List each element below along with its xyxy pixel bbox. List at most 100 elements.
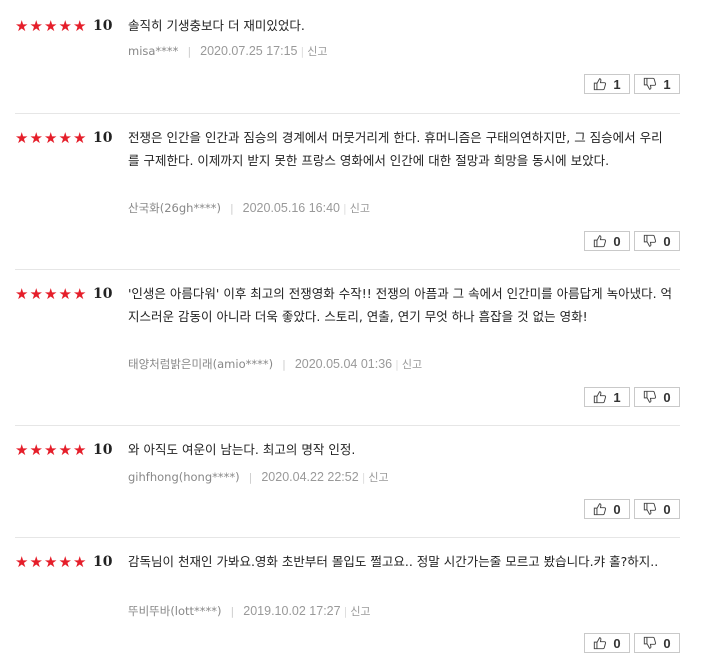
like-button[interactable]: 0 (584, 231, 630, 251)
divider: | (395, 357, 399, 371)
review-item: ★ ★ ★ ★ ★ 10 감독님이 천재인 가봐요.영화 초반부터 몰입도 쩔고요.. … (15, 553, 680, 654)
vote-buttons: 0 0 (584, 499, 680, 519)
dislike-button[interactable]: 0 (634, 387, 680, 407)
dislike-button[interactable]: 1 (634, 74, 680, 94)
divider: | (342, 201, 347, 215)
star-icon: ★ (73, 16, 87, 35)
thumbs-up-icon (594, 503, 607, 516)
dislike-button[interactable]: 0 (634, 231, 680, 251)
dislike-button[interactable]: 0 (634, 633, 680, 653)
divider: | (248, 470, 253, 484)
review-user[interactable]: 태양처럼밝은미래(amio****) (128, 356, 273, 372)
review-score: 10 (93, 442, 113, 458)
dislike-count: 0 (663, 389, 671, 405)
dislike-count: 1 (663, 76, 671, 92)
star-icon: ★ (58, 16, 72, 35)
thumbs-down-icon (644, 234, 657, 247)
vote-buttons: 0 0 (584, 231, 680, 251)
star-icon: ★ (15, 284, 29, 303)
review-item: ★ ★ ★ ★ ★ 10 와 아직도 여운이 남는다. 최고의 명작 인정. gihfh… (15, 441, 680, 538)
divider: | (229, 201, 234, 215)
dislike-button[interactable]: 0 (634, 499, 680, 519)
review-score: 10 (93, 554, 113, 570)
star-rating: ★ ★ ★ ★ ★ (15, 441, 88, 459)
review-text: 와 아직도 여운이 남는다. 최고의 명작 인정. (128, 442, 356, 457)
like-count: 0 (613, 501, 621, 517)
dislike-count: 0 (663, 501, 671, 517)
like-button[interactable]: 1 (584, 74, 630, 94)
review-text: 감독님이 천재인 가봐요.영화 초반부터 몰입도 쩔고요.. 정말 시간가는줄 … (128, 554, 659, 569)
star-icon: ★ (44, 128, 58, 147)
thumbs-up-icon (594, 235, 607, 248)
like-count: 0 (613, 233, 621, 249)
star-icon: ★ (29, 440, 43, 459)
review-meta: gihfhong(hong****) | 2020.04.22 22:52 | … (128, 469, 389, 485)
star-icon: ★ (44, 440, 58, 459)
thumbs-down-icon (644, 636, 657, 649)
star-icon: ★ (58, 552, 72, 571)
review-date: 2020.07.25 17:15 (200, 44, 298, 58)
review-text: '인생은 아름다워' 이후 최고의 전쟁영화 수작!! 전쟁의 아픔과 그 속에… (128, 286, 673, 324)
thumbs-down-icon (644, 390, 657, 403)
report-link[interactable]: 신고 (350, 603, 370, 619)
review-date: 2019.10.02 17:27 (243, 604, 341, 618)
review-score: 10 (93, 18, 113, 34)
review-date: 2020.04.22 22:52 (261, 470, 359, 484)
thumbs-up-icon (594, 391, 607, 404)
like-button[interactable]: 0 (584, 499, 630, 519)
like-count: 0 (613, 635, 621, 651)
star-icon: ★ (15, 16, 29, 35)
star-icon: ★ (73, 440, 87, 459)
review-meta: 산국화(26gh****) | 2020.05.16 16:40 | 신고 (128, 200, 370, 216)
review-score: 10 (93, 286, 113, 302)
report-link[interactable]: 신고 (368, 469, 388, 485)
report-link[interactable]: 신고 (402, 356, 422, 372)
star-rating: ★ ★ ★ ★ ★ (15, 17, 88, 35)
vote-buttons: 0 0 (584, 633, 680, 653)
review-text: 솔직히 기생충보다 더 재미있었다. (128, 18, 305, 33)
star-rating: ★ ★ ★ ★ ★ (15, 553, 88, 571)
star-icon: ★ (58, 440, 72, 459)
dislike-count: 0 (663, 635, 671, 651)
star-icon: ★ (73, 552, 87, 571)
star-icon: ★ (29, 284, 43, 303)
star-icon: ★ (73, 128, 87, 147)
review-meta: misa**** | 2020.07.25 17:15 | 신고 (128, 43, 327, 59)
star-icon: ★ (44, 552, 58, 571)
divider: | (187, 44, 192, 58)
star-icon: ★ (15, 128, 29, 147)
like-count: 1 (613, 389, 621, 405)
like-count: 1 (613, 76, 621, 92)
thumbs-down-icon (644, 77, 657, 90)
star-icon: ★ (73, 284, 87, 303)
dislike-count: 0 (663, 233, 671, 249)
review-user[interactable]: 뚜비뚜바(lott****) (128, 603, 222, 619)
star-icon: ★ (29, 16, 43, 35)
review-meta: 뚜비뚜바(lott****) | 2019.10.02 17:27 | 신고 (128, 603, 371, 619)
star-icon: ★ (29, 552, 43, 571)
review-date: 2020.05.16 16:40 (242, 201, 340, 215)
review-item: ★ ★ ★ ★ ★ 10 전쟁은 인간을 인간과 짐승의 경계에서 머뭇거리게 한다. … (15, 129, 680, 270)
review-user[interactable]: misa**** (128, 44, 178, 58)
report-link[interactable]: 신고 (350, 200, 370, 216)
star-icon: ★ (15, 552, 29, 571)
star-rating: ★ ★ ★ ★ ★ (15, 285, 88, 303)
review-item: ★ ★ ★ ★ ★ 10 '인생은 아름다워' 이후 최고의 전쟁영화 수작!! 전쟁의… (15, 285, 680, 426)
star-icon: ★ (58, 128, 72, 147)
vote-buttons: 1 1 (584, 74, 680, 94)
report-link[interactable]: 신고 (307, 43, 327, 59)
divider: | (361, 470, 366, 484)
like-button[interactable]: 1 (584, 387, 630, 407)
review-score: 10 (93, 130, 113, 146)
review-item: ★ ★ ★ ★ ★ 10 솔직히 기생충보다 더 재미있었다. misa**** | 2… (15, 17, 680, 114)
review-user[interactable]: 산국화(26gh****) (128, 200, 221, 216)
divider: | (343, 604, 348, 618)
divider: | (230, 604, 235, 618)
star-rating: ★ ★ ★ ★ ★ (15, 129, 88, 147)
vote-buttons: 1 0 (584, 387, 680, 407)
star-icon: ★ (44, 284, 58, 303)
like-button[interactable]: 0 (584, 633, 630, 653)
review-user[interactable]: gihfhong(hong****) (128, 470, 240, 484)
thumbs-down-icon (644, 502, 657, 515)
star-icon: ★ (29, 128, 43, 147)
